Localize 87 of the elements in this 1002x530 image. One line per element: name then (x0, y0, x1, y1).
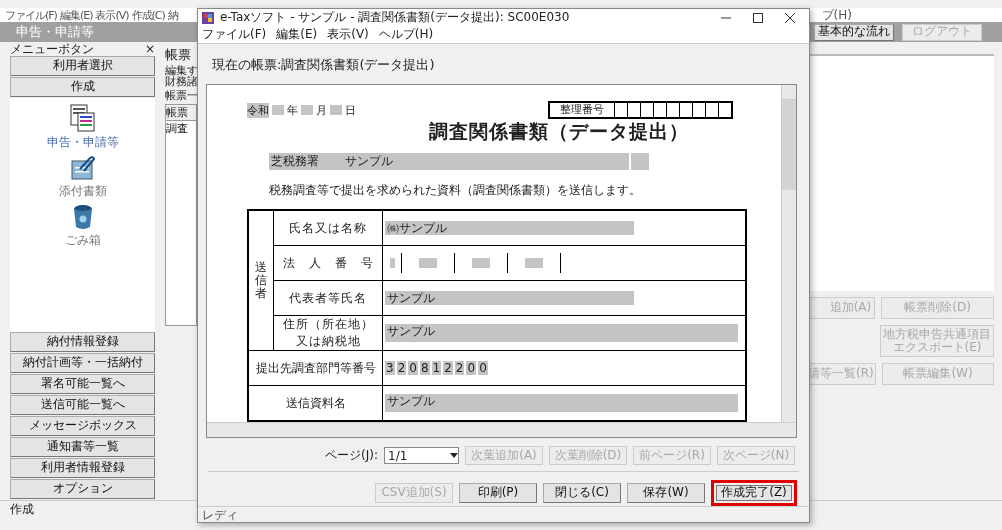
menu-button[interactable]: オプション (10, 479, 155, 499)
panel-title: メニューボタン (10, 40, 94, 58)
field-label: 代表者等氏名 (273, 280, 383, 316)
header-button[interactable]: 基本的な流れ (814, 23, 894, 41)
action-button[interactable]: 閉じる(C) (543, 483, 621, 503)
field-label: 提出先調査部門等番号 (248, 350, 383, 386)
digit-field[interactable]: 2 (443, 361, 453, 375)
date-field[interactable] (301, 105, 313, 115)
menu-item[interactable]: 作成(C) (131, 7, 165, 23)
list-row[interactable]: 調査 (166, 121, 196, 136)
digit-field[interactable]: 0 (408, 361, 418, 375)
icon-label[interactable]: 申告・申請等 (46, 134, 119, 151)
number-field[interactable] (419, 258, 437, 268)
menu-item[interactable]: ヘルプ(H) (378, 26, 434, 43)
era-label: 令和 (247, 102, 269, 118)
text-field[interactable]: サンプル (385, 324, 738, 342)
menu-item[interactable]: ファイル(F) (202, 26, 267, 43)
office-label: 芝税務署 (269, 153, 343, 170)
menu-button[interactable]: 利用者選択 (10, 56, 155, 76)
digit-field[interactable]: 1 (431, 361, 442, 375)
icon-label[interactable]: ごみ箱 (64, 232, 101, 249)
sender-label: 送信者 (255, 260, 267, 301)
form-sentence: 税務調査等で提出を求められた資料（調査関係書類）を送信します。 (269, 182, 642, 199)
number-field[interactable] (525, 258, 543, 268)
date-unit: 月 (316, 102, 327, 118)
date-field[interactable] (272, 105, 284, 115)
window-title: 申告・申請等 (16, 23, 94, 41)
office-suffix-field[interactable] (631, 153, 649, 170)
trash-icon (71, 204, 94, 230)
field-label: 住所（所在地）又は納税地 (273, 315, 383, 351)
text-field[interactable]: サンプル (385, 394, 738, 412)
text-field[interactable]: ㈱サンプル (385, 221, 634, 235)
menu-button[interactable]: 署名可能一覧へ (10, 374, 155, 394)
digit-field[interactable]: 3 (385, 361, 395, 375)
status-text: 作成 (10, 502, 34, 516)
date-field[interactable] (330, 105, 342, 115)
text-field[interactable]: サンプル (385, 291, 634, 305)
menu-item[interactable]: 編集(E) (59, 7, 93, 23)
field-label: 法 人 番 号 (273, 245, 383, 281)
number-field[interactable] (389, 258, 395, 268)
digit-field[interactable]: 2 (396, 361, 407, 375)
horizontal-scrollbar[interactable] (207, 422, 796, 437)
menu-item[interactable]: ファイル(F) (5, 7, 57, 23)
digit-field[interactable]: 8 (419, 361, 430, 375)
menu-button[interactable]: メッセージボックス (10, 416, 155, 436)
paperclip-document-icon (69, 155, 96, 181)
icon-label[interactable]: 添付書類 (58, 183, 107, 200)
maximize-button[interactable] (753, 12, 763, 23)
menu-item[interactable]: 納 (167, 7, 178, 23)
date-unit: 年 (287, 102, 298, 118)
list-label: 帳票一 (165, 90, 197, 101)
status-text: レディ (202, 508, 238, 522)
menu-button[interactable]: 作成 (10, 77, 155, 97)
menu-item[interactable]: 表示(V) (95, 7, 129, 23)
close-button[interactable] (785, 12, 795, 23)
digit-field[interactable]: 0 (478, 361, 488, 375)
app-icon (202, 11, 214, 24)
menu-item[interactable]: 編集(E) (276, 26, 318, 43)
form-title: 調査関係書類（データ提出） (428, 119, 690, 144)
vertical-scrollbar[interactable] (781, 85, 796, 422)
forms-icon (69, 104, 96, 132)
menu-item[interactable]: 表示(V) (327, 26, 369, 43)
action-button[interactable]: 作成完了(Z) (711, 480, 797, 506)
dropdown-arrow-icon (450, 452, 458, 459)
number-field[interactable] (472, 258, 490, 268)
reference-number-label: 整理番号 (550, 103, 615, 117)
menu-item[interactable]: ブ(H) (821, 6, 852, 24)
digit-field[interactable]: 2 (454, 361, 465, 375)
action-button[interactable]: 印刷(P) (459, 483, 537, 503)
action-button[interactable]: 保存(W) (627, 483, 705, 503)
menu-button[interactable]: 通知書等一覧 (10, 437, 155, 457)
field-label: 氏名又は名称 (273, 210, 383, 246)
menu-button[interactable]: 送信可能一覧へ (10, 395, 155, 415)
menu-button[interactable]: 利用者情報登録 (10, 458, 155, 478)
menu-button[interactable]: 納付情報登録 (10, 332, 155, 352)
menu-button[interactable]: 納付計画等・一括納付 (10, 353, 155, 373)
close-button[interactable]: × (144, 42, 155, 56)
current-form-label: 現在の帳票:調査関係書類(データ提出) (211, 56, 436, 74)
section-heading: 帳票 (165, 46, 192, 62)
office-field[interactable]: サンプル (343, 153, 629, 170)
window-title: e-Taxソフト - サンプル - 調査関係書類(データ提出): SC00E030 (220, 9, 570, 26)
note-text: 編集す 財務諸 (165, 65, 197, 87)
page-label: ページ(J): (325, 447, 378, 464)
page-dropdown[interactable]: 1/1 (384, 447, 459, 464)
date-unit: 日 (345, 102, 356, 118)
digit-field[interactable]: 0 (466, 361, 477, 375)
column-header: 帳票 (166, 105, 196, 121)
